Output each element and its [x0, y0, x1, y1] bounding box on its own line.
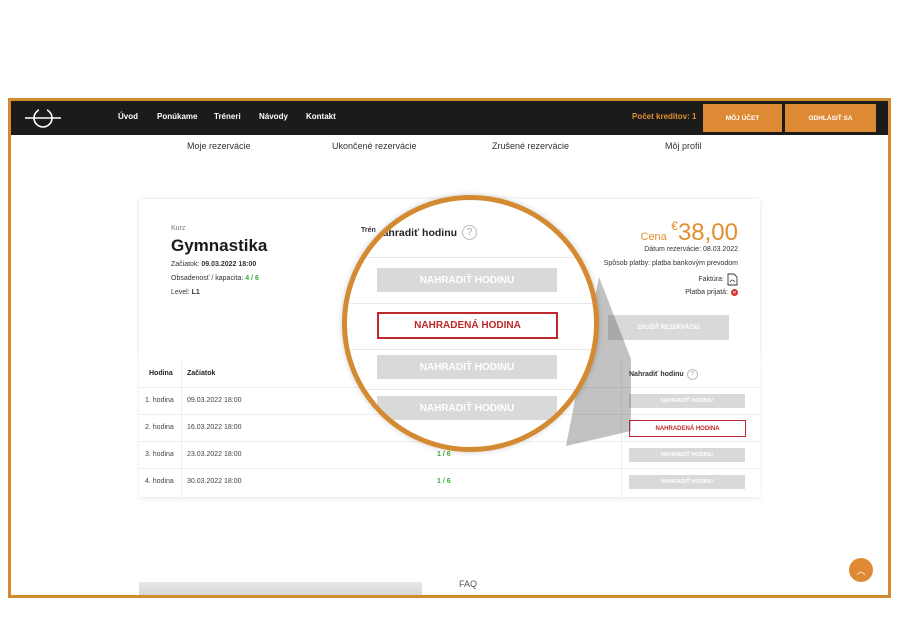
nav-link-uvod[interactable]: Úvod: [118, 112, 138, 121]
row-hour: 3. hodina: [145, 451, 174, 458]
course-occupancy: Obsadenosť / kapacita: 4 / 6: [171, 275, 259, 282]
help-icon[interactable]: ?: [462, 225, 478, 240]
subnav-my-profile[interactable]: Môj profil: [665, 141, 702, 151]
faq-label[interactable]: FAQ: [459, 579, 477, 589]
subnav-my-reservations[interactable]: Moje rezervácie: [187, 141, 251, 151]
header-start: Začiatok: [187, 370, 216, 377]
replace-lesson-button[interactable]: NAHRADIŤ HODINU: [629, 475, 745, 489]
row-occupancy: 1 / 6: [437, 478, 451, 485]
replaced-lesson-button[interactable]: NAHRADENÁ HODINA: [377, 312, 558, 339]
price-label: Cena: [640, 231, 667, 243]
row-hour: 4. hodina: [145, 478, 174, 485]
row-start: 30.03.2022 18:00: [187, 478, 242, 485]
reservation-date: Dátum rezervácie: 08.03.2022: [644, 246, 738, 253]
replace-lesson-button[interactable]: NAHRADIŤ HODINU: [377, 396, 557, 420]
credits-count: Počet kreditov: 1: [632, 112, 697, 121]
course-name: Gymnastika: [171, 236, 268, 255]
replace-lesson-button[interactable]: NAHRADIŤ HODINU: [377, 355, 557, 379]
invoice-row: Faktúra:: [698, 273, 738, 286]
top-navbar: Úvod Ponúkame Tréneri Návody Kontakt Poč…: [11, 101, 888, 135]
logout-button[interactable]: ODHLÁSIŤ SA: [785, 104, 876, 132]
course-start: Začiatok: 09.03.2022 18:00: [171, 261, 257, 268]
payment-method: Spôsob platby: platba bankovým prevodom: [603, 260, 738, 267]
logo-icon[interactable]: [23, 106, 63, 130]
scroll-top-button[interactable]: ︿: [849, 558, 873, 582]
nav-link-ponukame[interactable]: Ponúkame: [157, 112, 197, 121]
subnav-cancelled-reservations[interactable]: Zrušené rezervácie: [492, 141, 569, 151]
bottom-image-strip: [139, 582, 422, 595]
row-start: 09.03.2022 18:00: [187, 397, 242, 404]
divider: [347, 257, 594, 258]
divider: [347, 349, 594, 350]
my-account-button[interactable]: MÔJ ÚČET: [703, 104, 782, 132]
payment-received-row: Platba prijatá: ✕: [685, 289, 738, 296]
price-currency: €: [671, 219, 678, 233]
divider: [347, 389, 594, 390]
header-replace: Nahradiť hodinu ?: [629, 369, 698, 380]
row-start: 23.03.2022 18:00: [187, 451, 242, 458]
row-hour: 2. hodina: [145, 424, 174, 431]
row-hour: 1. hodina: [145, 397, 174, 404]
nav-link-kontakt[interactable]: Kontakt: [306, 112, 336, 121]
replace-lesson-button[interactable]: NAHRADIŤ HODINU: [377, 268, 557, 292]
course-level: Level: L1: [171, 289, 200, 296]
magnifier-lens: Nahradiť hodinu ? NAHRADIŤ HODINU NAHRAD…: [342, 195, 599, 452]
table-row: 4. hodina 30.03.2022 18:00 1 / 6 NAHRADI…: [139, 468, 760, 495]
replaced-lesson-button[interactable]: NAHRADENÁ HODINA: [629, 420, 746, 437]
replace-lesson-button[interactable]: NAHRADIŤ HODINU: [629, 448, 745, 462]
nav-link-navody[interactable]: Návody: [259, 112, 288, 121]
trainer-label: Trén: [361, 227, 376, 234]
course-label: Kurz: [171, 225, 186, 232]
header-hour: Hodina: [149, 370, 173, 377]
subnav-finished-reservations[interactable]: Ukončené rezervácie: [332, 141, 417, 151]
cancel-reservation-button[interactable]: ZRUŠIŤ REZERVÁCIU: [608, 315, 729, 340]
row-occupancy: 1 / 6: [437, 451, 451, 458]
pdf-icon[interactable]: [727, 273, 738, 286]
row-start: 16.03.2022 18:00: [187, 424, 242, 431]
chevron-up-icon: ︿: [856, 565, 866, 576]
replace-lesson-button[interactable]: NAHRADIŤ HODINU: [629, 394, 745, 408]
nav-link-treneri[interactable]: Tréneri: [214, 112, 241, 121]
price-block: Cena €38,00: [641, 219, 739, 247]
help-icon[interactable]: ?: [686, 369, 698, 380]
magnifier-header: Nahradiť hodinu ?: [375, 225, 478, 240]
price-value: 38,00: [677, 219, 738, 246]
divider: [347, 303, 594, 304]
not-paid-icon: ✕: [731, 289, 738, 296]
